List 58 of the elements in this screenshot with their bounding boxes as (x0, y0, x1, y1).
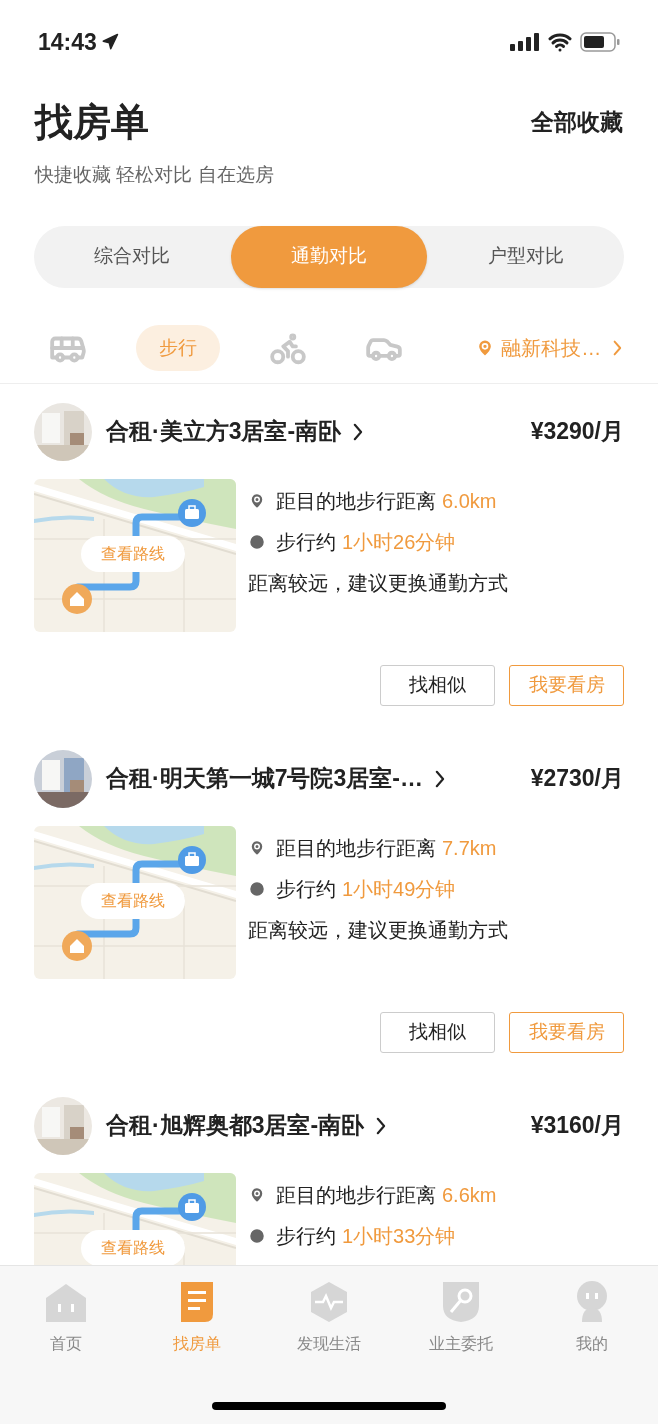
time-value: 1小时33分钟 (342, 1223, 456, 1249)
briefcase-icon (178, 1192, 206, 1221)
briefcase-icon (178, 498, 206, 527)
book-viewing-button[interactable]: 我要看房 (509, 1011, 624, 1053)
tab-bar-item[interactable]: 业主委托 (394, 1280, 527, 1356)
listing-price: ¥2730/月 (530, 764, 624, 794)
mode-tab[interactable]: 步行 (136, 325, 220, 371)
location-arrow-icon (100, 33, 119, 51)
segment-tab[interactable]: 通勤对比 (230, 225, 428, 288)
listing-title[interactable]: 合租·明天第一城7号院3居室-… (106, 761, 445, 796)
time-value: 1小时49分钟 (342, 876, 456, 902)
chevron-icon (353, 422, 363, 441)
destination-link[interactable]: 融新科技… (475, 333, 622, 363)
page-subtitle: 快捷收藏 轻松对比 自在选房 (33, 163, 275, 187)
tab-bar-item[interactable]: 找房单 (131, 1280, 264, 1356)
signal-icon (510, 33, 540, 51)
home-icon (62, 930, 92, 961)
pin-icon (248, 838, 266, 857)
tab-bar-item[interactable]: 发现生活 (263, 1280, 395, 1356)
chevron-icon (434, 769, 445, 788)
distance-value: 6.6km (442, 1182, 497, 1208)
segment-tab[interactable]: 户型对比 (427, 225, 624, 288)
tab-bar-item[interactable]: 首页 (0, 1280, 132, 1356)
time-label: 步行约 (276, 529, 336, 555)
view-route-button[interactable]: 查看路线 (81, 535, 185, 572)
listing-title[interactable]: 合租·美立方3居室-南卧 (106, 414, 363, 449)
listing-price: ¥3290/月 (530, 417, 624, 447)
distance-value: 7.7km (442, 835, 497, 861)
battery-icon (580, 32, 620, 52)
listing-price: ¥3160/月 (530, 1111, 624, 1141)
briefcase-icon (178, 845, 206, 874)
commute-note: 距离较远，建议更换通勤方式 (248, 917, 508, 943)
chevron-icon (376, 1116, 386, 1135)
distance-label: 距目的地步行距离 (276, 488, 436, 514)
favorites-link[interactable]: 全部收藏 (531, 105, 623, 140)
book-viewing-button[interactable]: 我要看房 (509, 664, 624, 706)
listing-title[interactable]: 合租·旭辉奥都3居室-南卧 (106, 1108, 386, 1143)
distance-label: 距目的地步行距离 (276, 1182, 436, 1208)
time-value: 1小时26分钟 (342, 529, 456, 555)
pin-icon (248, 491, 266, 510)
time-label: 步行约 (276, 1223, 336, 1249)
find-similar-button[interactable]: 找相似 (380, 1011, 495, 1053)
status-time: 14:43 (38, 27, 97, 57)
view-route-button[interactable]: 查看路线 (81, 882, 185, 919)
clock-icon (248, 532, 266, 551)
pin-icon (248, 1185, 266, 1204)
find-similar-button[interactable]: 找相似 (380, 664, 495, 706)
clock-icon (248, 879, 266, 898)
commute-note: 距离较远，建议更换通勤方式 (248, 570, 508, 596)
clock-icon (248, 1226, 266, 1245)
distance-label: 距目的地步行距离 (276, 835, 436, 861)
home-icon (62, 583, 92, 614)
chevron-icon (613, 340, 622, 356)
page-title: 找房单 (35, 100, 149, 145)
segment-tab[interactable]: 综合对比 (34, 225, 231, 288)
distance-value: 6.0km (442, 488, 497, 514)
tab-bar-item[interactable]: 我的 (526, 1280, 658, 1356)
time-label: 步行约 (276, 876, 336, 902)
